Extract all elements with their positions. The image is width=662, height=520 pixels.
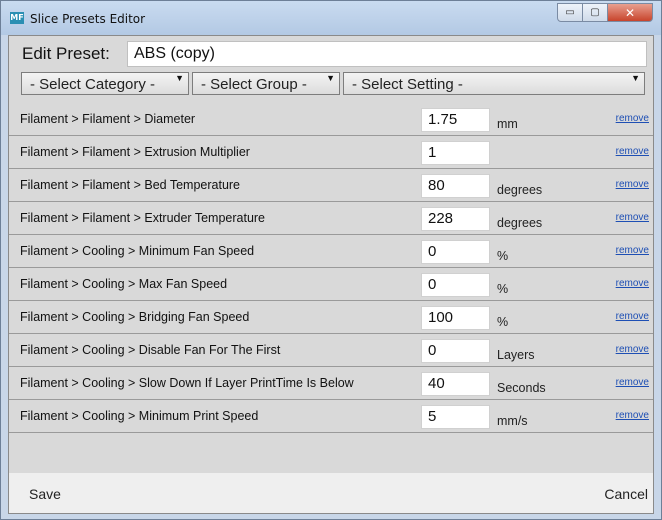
setting-name: Filament > Cooling > Minimum Fan Speed	[20, 244, 255, 258]
remove-link[interactable]: remove	[616, 146, 649, 157]
minimize-button[interactable]: ▭	[557, 3, 583, 22]
setting-unit: mm/s	[497, 414, 528, 428]
setting-name: Filament > Filament > Bed Temperature	[20, 178, 241, 192]
setting-unit: %	[497, 315, 509, 329]
setting-name: Filament > Cooling > Disable Fan For The…	[20, 343, 281, 357]
remove-link[interactable]: remove	[616, 410, 649, 421]
setting-select[interactable]: - Select Setting - ▼	[343, 72, 645, 95]
slice-presets-editor-window: MF Slice Presets Editor ▭ ▢ ✕ Edit Prese…	[0, 0, 662, 520]
setting-row: Filament > Cooling > Minimum Print Speed…	[9, 400, 653, 433]
setting-row: Filament > Cooling > Minimum Fan Speed 0%…	[9, 235, 653, 268]
chevron-down-icon: ▼	[175, 73, 184, 83]
setting-name: Filament > Filament > Extruder Temperatu…	[20, 211, 266, 225]
remove-link[interactable]: remove	[616, 245, 649, 256]
close-icon: ✕	[624, 5, 636, 20]
save-button[interactable]: Save	[29, 486, 61, 502]
setting-select-label: - Select Setting -	[352, 76, 463, 93]
group-select[interactable]: - Select Group - ▼	[192, 72, 340, 95]
setting-row: Filament > Filament > Extruder Temperatu…	[9, 202, 653, 235]
preset-name-input[interactable]: ABS (copy)	[127, 41, 647, 67]
setting-name: Filament > Cooling > Bridging Fan Speed	[20, 310, 250, 324]
setting-row: Filament > Filament > Diameter 1.75 mm remo…	[9, 103, 653, 136]
setting-name: Filament > Filament > Diameter	[20, 112, 196, 126]
setting-row: Filament > Cooling > Slow Down If Layer …	[9, 367, 653, 400]
setting-unit: mm	[497, 117, 518, 131]
setting-value-input[interactable]: 100	[421, 306, 490, 330]
setting-selectors: - Select Category - ▼ - Select Group - ▼…	[21, 72, 645, 96]
setting-value-input[interactable]: 0	[421, 240, 490, 264]
setting-unit: degrees	[497, 183, 543, 197]
setting-value-input[interactable]: 228	[421, 207, 490, 231]
remove-link[interactable]: remove	[616, 344, 649, 355]
setting-name: Filament > Cooling > Max Fan Speed	[20, 277, 228, 291]
setting-value-input[interactable]: 40	[421, 372, 490, 396]
setting-unit: %	[497, 249, 509, 263]
settings-list: Filament > Filament > Diameter 1.75 mm remo…	[9, 103, 653, 433]
setting-name: Filament > Cooling > Minimum Print Speed	[20, 409, 259, 423]
setting-unit: %	[497, 282, 509, 296]
close-button[interactable]: ✕	[607, 3, 653, 22]
setting-value-input[interactable]: 5	[421, 405, 490, 429]
setting-value-input[interactable]: 1.75	[421, 108, 490, 132]
setting-name: Filament > Filament > Extrusion Multipli…	[20, 145, 250, 159]
cancel-button[interactable]: Cancel	[604, 486, 648, 502]
setting-row: Filament > Filament > Bed Temperature 80 d…	[9, 169, 653, 202]
remove-link[interactable]: remove	[616, 113, 649, 124]
setting-row: Filament > Filament > Extrusion Multipli…	[9, 136, 653, 169]
title-bar[interactable]: MF Slice Presets Editor ▭ ▢ ✕	[1, 1, 661, 35]
window-title: Slice Presets Editor	[30, 12, 146, 26]
maximize-icon: ▢	[590, 7, 600, 18]
group-select-label: - Select Group -	[201, 76, 307, 93]
setting-name: Filament > Cooling > Slow Down If Layer …	[20, 376, 354, 390]
edit-preset-row: Edit Preset: ABS (copy)	[9, 39, 653, 67]
chevron-down-icon: ▼	[631, 73, 640, 83]
chevron-down-icon: ▼	[326, 73, 335, 83]
remove-link[interactable]: remove	[616, 212, 649, 223]
category-select-label: - Select Category -	[30, 76, 156, 93]
setting-unit: degrees	[497, 216, 543, 230]
remove-link[interactable]: remove	[616, 377, 649, 388]
maximize-button[interactable]: ▢	[582, 3, 608, 22]
dialog-footer: Save Cancel	[9, 473, 653, 513]
minimize-icon: ▭	[565, 7, 575, 18]
window-controls: ▭ ▢ ✕	[557, 3, 653, 24]
setting-value-input[interactable]: 0	[421, 339, 490, 363]
remove-link[interactable]: remove	[616, 179, 649, 190]
category-select[interactable]: - Select Category - ▼	[21, 72, 189, 95]
setting-row: Filament > Cooling > Max Fan Speed 0% remo…	[9, 268, 653, 301]
editor-panel: Edit Preset: ABS (copy) - Select Categor…	[8, 35, 654, 514]
edit-preset-label: Edit Preset:	[22, 44, 110, 63]
setting-value-input[interactable]: 0	[421, 273, 490, 297]
setting-row: Filament > Cooling > Disable Fan For The…	[9, 334, 653, 367]
setting-row: Filament > Cooling > Bridging Fan Speed 1…	[9, 301, 653, 334]
setting-value-input[interactable]: 1	[421, 141, 490, 165]
app-icon: MF	[10, 12, 24, 24]
remove-link[interactable]: remove	[616, 278, 649, 289]
setting-unit: Seconds	[497, 381, 546, 395]
remove-link[interactable]: remove	[616, 311, 649, 322]
setting-value-input[interactable]: 80	[421, 174, 490, 198]
setting-unit: Layers	[497, 348, 535, 362]
